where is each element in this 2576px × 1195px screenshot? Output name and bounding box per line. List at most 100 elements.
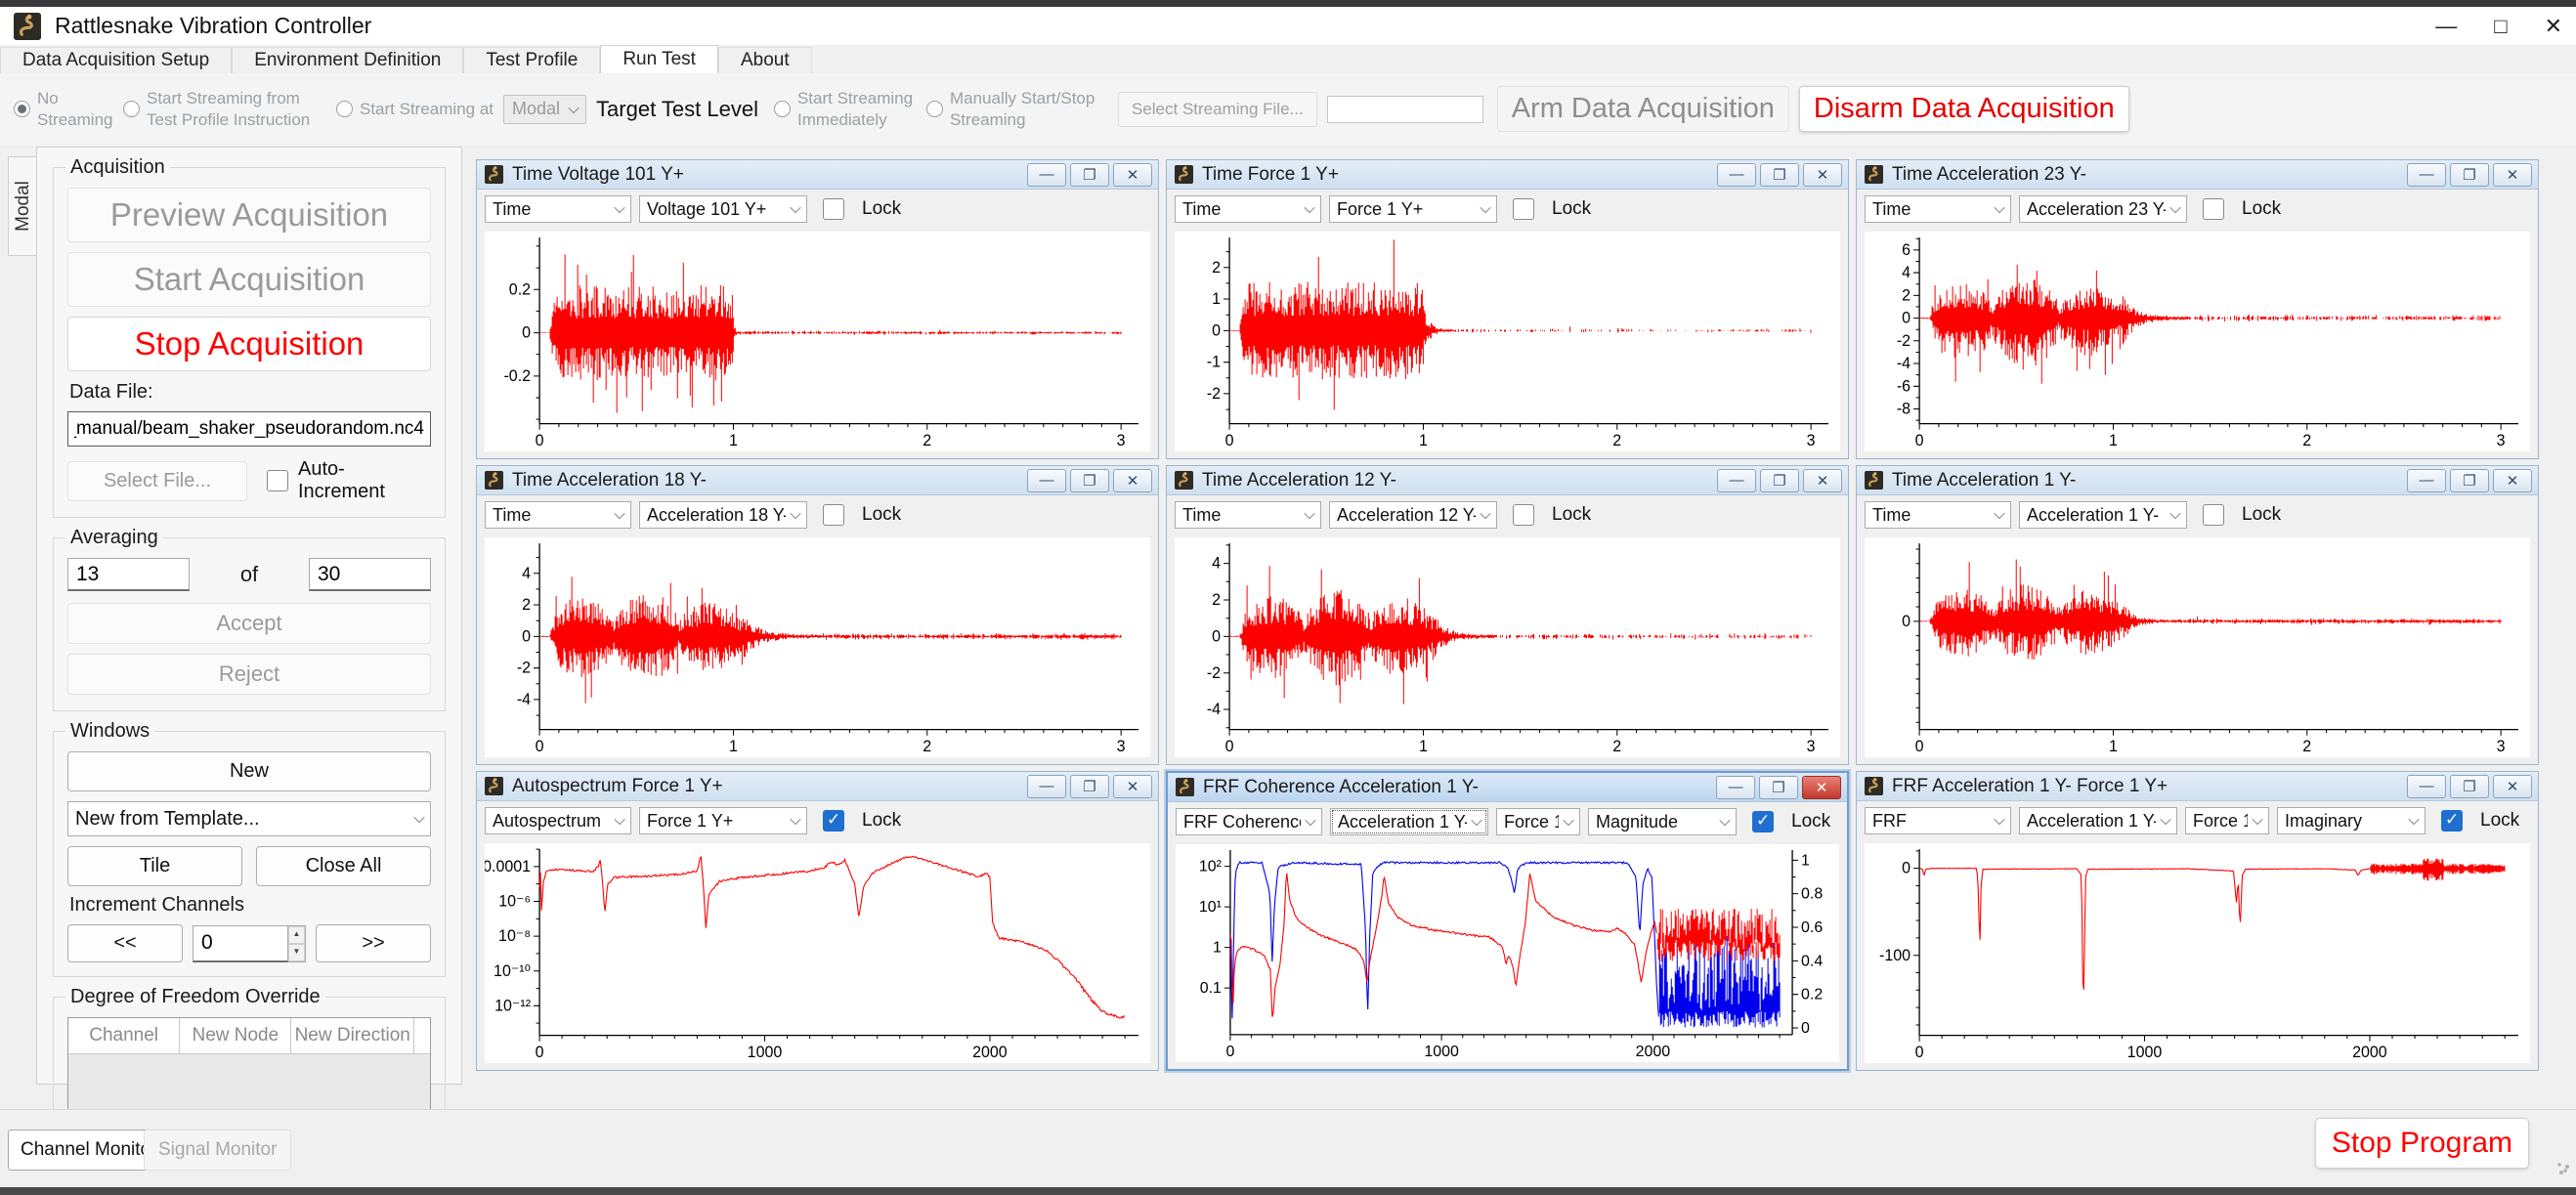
- lock-checkbox[interactable]: [2203, 504, 2224, 526]
- mdi-window-toolbar[interactable]: TimeVoltage 101 Y+Lock: [477, 190, 1158, 229]
- lock-label[interactable]: Lock: [2242, 504, 2281, 526]
- plot-dropdown[interactable]: Time: [485, 195, 631, 223]
- close-button[interactable]: ✕: [1802, 776, 1841, 799]
- plot-area[interactable]: 01230.20-0.2: [485, 232, 1150, 451]
- preview-acquisition-button[interactable]: Preview Acquisition: [67, 188, 431, 242]
- close-button[interactable]: ✕: [1803, 469, 1842, 492]
- plot-dropdown[interactable]: Imaginary: [2277, 807, 2426, 834]
- window-title[interactable]: FRF Acceleration 1 Y- Force 1 Y+: [1892, 776, 2403, 797]
- mdi-window-titlebar[interactable]: Autospectrum Force 1 Y+—❐✕: [477, 772, 1158, 801]
- dropdown-value[interactable]: Force 1 `: [2193, 811, 2248, 832]
- lock-label[interactable]: Lock: [1791, 811, 1830, 832]
- dropdown-value[interactable]: Voltage 101 Y+: [647, 199, 766, 220]
- mdi-window-titlebar[interactable]: Time Voltage 101 Y+—❐✕: [477, 160, 1158, 190]
- mdi-window-toolbar[interactable]: TimeAcceleration 23 Y-Lock: [1857, 190, 2538, 229]
- dropdown-value[interactable]: Time: [1872, 505, 1911, 526]
- decrement-channels-button[interactable]: <<: [67, 924, 183, 962]
- dropdown-value[interactable]: Time: [1872, 199, 1911, 220]
- mdi-window-titlebar[interactable]: Time Acceleration 1 Y-—❐✕: [1857, 466, 2538, 495]
- mdi-window[interactable]: Time Acceleration 23 Y-—❐✕TimeAccelerati…: [1856, 159, 2539, 459]
- reject-button[interactable]: Reject: [67, 654, 431, 695]
- lock-checkbox[interactable]: [1513, 504, 1534, 526]
- arm-data-acquisition-button[interactable]: Arm Data Acquisition: [1497, 86, 1789, 132]
- window-title[interactable]: Time Acceleration 18 Y-: [512, 470, 1023, 491]
- window-icon[interactable]: [1176, 778, 1194, 796]
- plot-dropdown[interactable]: Force 1 Y+: [1329, 195, 1497, 223]
- plot-area[interactable]: 0100020000.000110⁻⁶10⁻⁸10⁻¹⁰10⁻¹²: [485, 843, 1150, 1063]
- chevron-down-icon[interactable]: [1719, 815, 1730, 826]
- radio-icon[interactable]: [336, 101, 353, 117]
- lock-label[interactable]: Lock: [862, 504, 901, 526]
- chevron-down-icon[interactable]: [1304, 508, 1314, 519]
- mdi-window[interactable]: FRF Acceleration 1 Y- Force 1 Y+—❐✕FRFAc…: [1856, 771, 2539, 1071]
- mdi-window-titlebar[interactable]: Time Force 1 Y+—❐✕: [1167, 160, 1848, 190]
- window-icon[interactable]: [1865, 471, 1883, 490]
- close-button[interactable]: ✕: [1113, 163, 1152, 187]
- lock-checkbox[interactable]: [823, 504, 844, 526]
- window-icon[interactable]: [1865, 165, 1883, 184]
- new-window-button[interactable]: New: [67, 751, 431, 791]
- radio-start-from-profile[interactable]: Start Streaming from Test Profile Instru…: [123, 88, 324, 130]
- plot-dropdown[interactable]: Time: [1175, 501, 1321, 529]
- chevron-down-icon[interactable]: [2169, 508, 2180, 519]
- increment-channels-button[interactable]: >>: [316, 924, 431, 962]
- close-button[interactable]: ✕: [2493, 469, 2532, 492]
- data-file-input[interactable]: [67, 411, 431, 447]
- chevron-down-icon[interactable]: [1480, 508, 1490, 519]
- mdi-window[interactable]: Time Voltage 101 Y+—❐✕ Time Voltage 101 Y+…: [476, 159, 1159, 459]
- plot-dropdown[interactable]: Acceleration 12 Y-: [1329, 501, 1497, 529]
- minimize-button[interactable]: —: [2407, 163, 2446, 187]
- radio-start-immediately[interactable]: Start Streaming Immediately: [774, 88, 915, 130]
- tab-run-test[interactable]: Run Test: [600, 45, 718, 73]
- spin-down-icon[interactable]: ▼: [288, 944, 305, 961]
- accept-button[interactable]: Accept: [67, 603, 431, 644]
- plot-dropdown[interactable]: FRF Coherence: [1176, 808, 1322, 835]
- restore-button[interactable]: ❐: [1760, 163, 1799, 187]
- lock-label[interactable]: Lock: [1552, 198, 1591, 220]
- lock-checkbox[interactable]: [1752, 811, 1774, 832]
- dropdown-value[interactable]: Acceleration 12 Y-: [1337, 505, 1476, 526]
- dropdown-value[interactable]: Force 1 Y+: [1337, 199, 1423, 220]
- chevron-down-icon[interactable]: [2160, 814, 2170, 825]
- tab-test-profile[interactable]: Test Profile: [463, 47, 600, 73]
- plot-dropdown[interactable]: Acceleration 23 Y-: [2019, 195, 2187, 223]
- restore-button[interactable]: ❐: [1070, 163, 1109, 187]
- radio-icon[interactable]: [774, 101, 791, 117]
- dropdown-value[interactable]: Force 1 Y+: [647, 811, 733, 832]
- chevron-down-icon[interactable]: [2408, 814, 2419, 825]
- new-from-template-combo[interactable]: New from Template...: [67, 801, 431, 836]
- plot-dropdown[interactable]: FRF: [1865, 807, 2011, 834]
- select-streaming-file-button[interactable]: Select Streaming File...: [1118, 92, 1317, 127]
- window-title[interactable]: Time Acceleration 1 Y-: [1892, 470, 2403, 491]
- spinner-stepper[interactable]: ▲▼: [288, 925, 306, 962]
- close-button[interactable]: ✕: [1113, 775, 1152, 798]
- chevron-down-icon[interactable]: [790, 814, 800, 825]
- chevron-down-icon[interactable]: [1994, 202, 2004, 213]
- plot-dropdown[interactable]: Acceleration 1 Y-: [2019, 501, 2187, 529]
- dropdown-value[interactable]: Acceleration 1 Y-: [2027, 811, 2156, 832]
- channel-increment-input[interactable]: [193, 925, 288, 962]
- plot-dropdown[interactable]: Force 1 `: [2185, 807, 2269, 834]
- plot-dropdown[interactable]: Acceleration 1 Y-: [1330, 808, 1488, 835]
- dropdown-value[interactable]: Magnitude: [1596, 812, 1678, 832]
- chevron-down-icon[interactable]: [1305, 815, 1315, 826]
- spin-up-icon[interactable]: ▲: [288, 926, 305, 944]
- stop-program-button[interactable]: Stop Program: [2315, 1118, 2529, 1169]
- mdi-window[interactable]: Autospectrum Force 1 Y+—❐✕AutospectrumFo…: [476, 771, 1159, 1071]
- chevron-down-icon[interactable]: [1480, 202, 1490, 213]
- radio-icon[interactable]: [926, 101, 943, 117]
- window-title[interactable]: Time Force 1 Y+: [1202, 164, 1713, 186]
- minimize-button[interactable]: —: [1027, 469, 1066, 492]
- minimize-icon[interactable]: —: [2435, 14, 2457, 39]
- chevron-down-icon[interactable]: [1304, 202, 1314, 213]
- plot-area[interactable]: 01236420-2-4-6-8: [1865, 232, 2530, 451]
- dropdown-value[interactable]: Force 1 `: [1504, 812, 1559, 832]
- dropdown-value[interactable]: Time: [493, 199, 531, 220]
- minimize-button[interactable]: —: [2407, 775, 2446, 798]
- radio-start-streaming-at[interactable]: Start Streaming at: [336, 99, 494, 119]
- plot-dropdown[interactable]: Force 1 `: [1496, 808, 1580, 835]
- restore-button[interactable]: ❐: [2450, 163, 2489, 187]
- close-button[interactable]: ✕: [1803, 163, 1842, 187]
- mdi-window-titlebar[interactable]: Time Acceleration 12 Y-—❐✕: [1167, 466, 1848, 495]
- plot-dropdown[interactable]: Voltage 101 Y+: [639, 195, 807, 223]
